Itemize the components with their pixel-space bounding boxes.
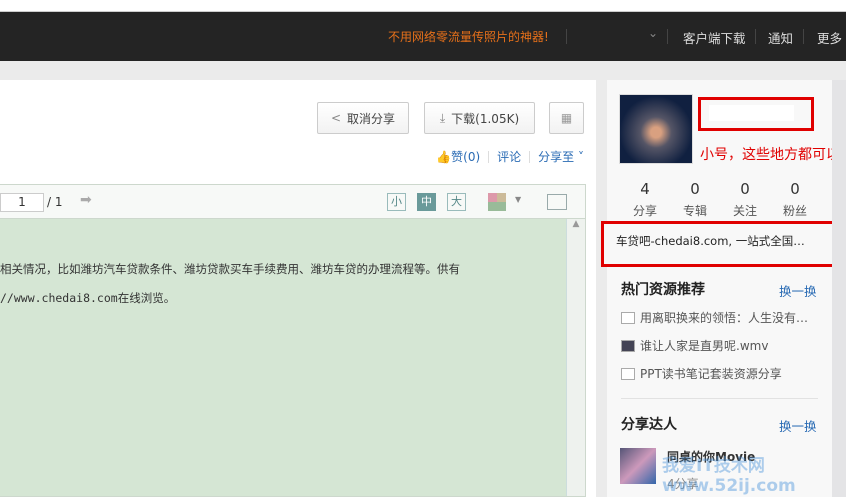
font-large-button[interactable]: 大 [447,193,466,211]
divider [621,398,818,399]
share-icon: < [330,111,342,125]
stat-following[interactable]: 0 关注 [720,180,770,219]
unshare-button[interactable]: < 取消分享 [317,102,409,134]
bio-box: 车贷吧-chedai8.com, 一站式全国… [601,221,835,267]
qrcode-button[interactable]: ▦ [549,102,584,134]
share-to-dropdown[interactable]: 分享至 ˅ [538,148,584,165]
theme-color-icon[interactable] [488,193,506,211]
experts-refresh-link[interactable]: 换一换 [779,416,817,435]
page-input[interactable]: 1 [0,193,44,212]
annotation-box [698,97,814,131]
download-icon: ⤓ [439,110,446,125]
doc-line: //www.chedai8.com在线浏览。 [0,291,176,305]
fullscreen-icon[interactable] [547,194,567,210]
page-scroll-strip [832,80,846,497]
top-nav: 不用网络零流量传照片的神器! ⌄ 客户端下载 通知 更多 [0,12,846,61]
hot-item[interactable]: PPT读书笔记套装资源分享 [621,365,782,382]
scroll-up-icon[interactable]: ▲ [567,219,585,229]
document-viewer: 1 / 1 ➡ 小 中 大 ▼ 相关情况，比如潍坊汽车贷款条件、潍坊贷款买车手续… [0,184,586,497]
thumbs-up-icon: 👍 [436,150,452,164]
like-button[interactable]: 👍赞(0) [436,148,480,165]
hot-item[interactable]: 谁让人家是直男呢.wmv [621,337,768,354]
unshare-label: 取消分享 [347,111,396,126]
hot-refresh-link[interactable]: 换一换 [779,281,817,300]
bio-text: 车贷吧-chedai8.com, 一站式全国… [616,234,805,248]
hot-item[interactable]: 用离职换来的领悟：人生没有… [621,309,808,326]
nav-more[interactable]: 更多 [817,28,842,47]
qrcode-icon: ▦ [560,111,573,125]
nav-notifications[interactable]: 通知 [768,28,793,47]
nav-client-download[interactable]: 客户端下载 [683,28,746,47]
comment-link[interactable]: 评论 [497,148,521,165]
next-page-icon[interactable]: ➡ [80,192,92,208]
sidebar: 小号，这些地方都可以用。 4分享 0专辑 0关注 0粉丝 车贷吧-chedai8… [601,80,846,497]
scrollbar[interactable]: ▲ [566,219,585,496]
chevron-down-icon[interactable]: ⌄ [648,26,658,40]
experts-title: 分享达人 [621,417,677,433]
expert-avatar[interactable] [620,448,656,484]
annotation-text: 小号，这些地方都可以用。 [700,147,846,163]
avatar[interactable] [619,94,693,164]
video-icon [621,339,635,352]
document-icon [621,367,635,380]
promo-link[interactable]: 不用网络零流量传照片的神器! [388,28,549,45]
viewer-toolbar: 1 / 1 ➡ 小 中 大 ▼ [0,185,585,219]
hot-title: 热门资源推荐 [621,282,705,298]
caret-down-icon[interactable]: ▼ [515,195,521,204]
font-medium-button[interactable]: 中 [417,193,436,211]
download-label: 下载(1.05K) [451,111,520,126]
stat-albums[interactable]: 0 专辑 [670,180,720,219]
watermark: 我爱IT技术网 www.52ij.com [662,456,796,496]
browser-strip [0,0,846,12]
stat-fans[interactable]: 0 粉丝 [770,180,820,219]
stat-shares[interactable]: 4 分享 [620,180,670,219]
main-panel: < 取消分享 ⤓ 下载(1.05K) ▦ 👍赞(0) 评论 分享至 ˅ 1 / 1 … [0,80,596,497]
document-icon [621,311,635,324]
username-field [709,105,794,121]
document-content: 相关情况，比如潍坊汽车贷款条件、潍坊贷款买车手续费用、潍坊车贷的办理流程等。供有… [0,219,566,496]
page-total: / 1 [47,195,63,209]
download-button[interactable]: ⤓ 下载(1.05K) [424,102,535,134]
doc-line: 相关情况，比如潍坊汽车贷款条件、潍坊贷款买车手续费用、潍坊车贷的办理流程等。供有 [0,262,460,276]
font-small-button[interactable]: 小 [387,193,406,211]
